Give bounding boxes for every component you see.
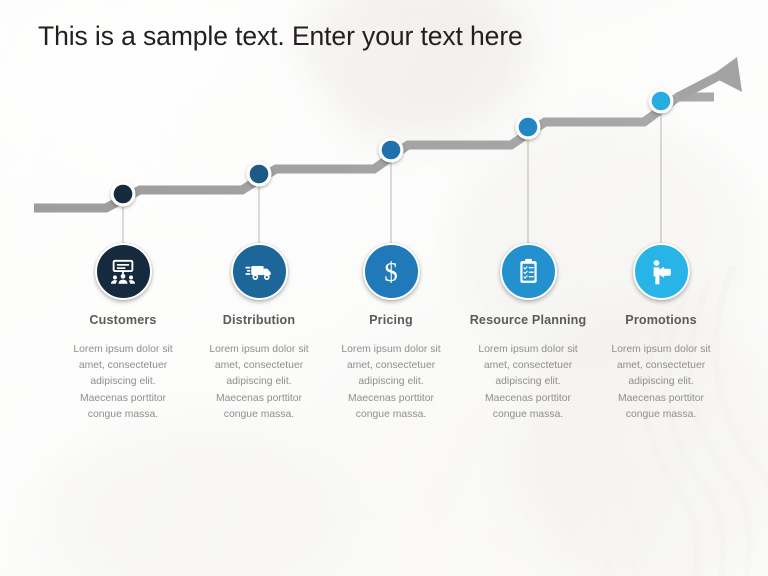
icon-wrap [230, 243, 288, 300]
icon-wrap [632, 243, 690, 300]
step-body-promotions: Lorem ipsum dolor sit amet, consectetuer… [611, 344, 711, 420]
presentation-people-icon[interactable] [94, 243, 152, 300]
step-column-resource-planning[interactable]: Resource Planning Lorem ipsum dolor sit … [460, 243, 596, 423]
delivery-truck-icon[interactable] [230, 243, 288, 300]
step-column-distribution[interactable]: Distribution Lorem ipsum dolor sit amet,… [191, 243, 327, 423]
clipboard-checklist-icon[interactable] [499, 243, 557, 300]
step-body-distribution: Lorem ipsum dolor sit amet, consectetuer… [209, 344, 309, 420]
step-column-customers[interactable]: Customers Lorem ipsum dolor sit amet, co… [55, 243, 191, 423]
icon-wrap [94, 243, 152, 300]
step-body-customers: Lorem ipsum dolor sit amet, consectetuer… [73, 344, 173, 420]
svg-text:$: $ [384, 257, 398, 287]
icon-wrap: $ [362, 243, 420, 300]
dollar-sign-icon[interactable]: $ [362, 243, 420, 300]
step-column-promotions[interactable]: Promotions Lorem ipsum dolor sit amet, c… [593, 243, 729, 423]
step-column-pricing[interactable]: $ Pricing Lorem ipsum dolor sit amet, co… [323, 243, 459, 423]
step-label-distribution: Distribution [222, 313, 296, 327]
step-label-resource-planning: Resource Planning [469, 313, 587, 327]
slide-canvas: This is a sample text. Enter your text h… [0, 0, 768, 576]
step-body-pricing: Lorem ipsum dolor sit amet, consectetuer… [341, 344, 441, 420]
megaphone-announcement-icon[interactable] [632, 243, 690, 300]
step-label-customers: Customers [89, 313, 157, 327]
step-label-promotions: Promotions [625, 313, 697, 327]
step-columns: Customers Lorem ipsum dolor sit amet, co… [0, 0, 768, 576]
step-body-resource-planning: Lorem ipsum dolor sit amet, consectetuer… [478, 344, 578, 420]
icon-wrap [499, 243, 557, 300]
step-label-pricing: Pricing [369, 313, 413, 327]
